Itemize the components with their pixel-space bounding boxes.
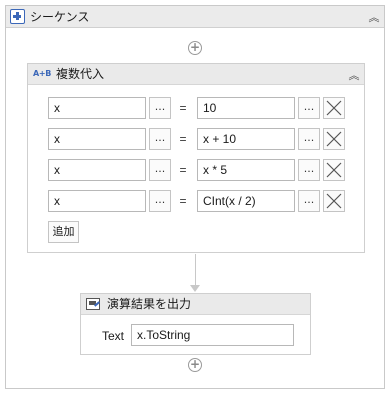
- write-line-activity[interactable]: 演算結果を出力 Text x.ToString: [80, 293, 311, 355]
- add-row-button[interactable]: 追加: [48, 221, 79, 243]
- equals-sign: =: [179, 163, 187, 177]
- assign-to-expression-button[interactable]: ...: [149, 159, 171, 181]
- assign-value-expression-button[interactable]: ...: [298, 190, 320, 212]
- delete-row-icon[interactable]: [323, 128, 345, 150]
- text-label: Text: [102, 329, 125, 343]
- assign-to-expression-button[interactable]: ...: [149, 190, 171, 212]
- equals-sign: =: [179, 132, 187, 146]
- add-activity-bottom-icon[interactable]: +: [188, 358, 202, 372]
- assign-icon: A+B: [33, 69, 52, 78]
- sequence-title: シーケンス: [30, 10, 90, 24]
- assign-to-expression-button[interactable]: ...: [149, 97, 171, 119]
- sequence-container[interactable]: シーケンス ︽ + A+B 複数代入 ︽ x ... = 10 ... x ..…: [5, 5, 385, 389]
- equals-sign: =: [179, 194, 187, 208]
- flow-connector: [195, 254, 196, 287]
- write-line-header[interactable]: 演算結果を出力: [81, 294, 310, 315]
- write-line-title: 演算結果を出力: [107, 297, 192, 311]
- sequence-collapse-icon[interactable]: ︽: [367, 10, 381, 24]
- multiple-assign-collapse-icon[interactable]: ︽: [347, 68, 361, 82]
- assign-value-expression-button[interactable]: ...: [298, 97, 320, 119]
- flow-arrow-icon: [190, 285, 200, 292]
- multiple-assign-header[interactable]: A+B 複数代入 ︽: [28, 64, 364, 85]
- delete-row-icon[interactable]: [323, 97, 345, 119]
- assign-to-field[interactable]: x: [48, 128, 146, 150]
- assign-value-expression-button[interactable]: ...: [298, 128, 320, 150]
- add-activity-top-icon[interactable]: +: [188, 41, 202, 55]
- write-line-icon: [86, 298, 100, 310]
- sequence-header[interactable]: シーケンス ︽: [6, 6, 384, 28]
- multiple-assign-activity[interactable]: A+B 複数代入 ︽ x ... = 10 ... x ... = x + 10…: [27, 63, 365, 253]
- delete-row-icon[interactable]: [323, 159, 345, 181]
- assign-to-expression-button[interactable]: ...: [149, 128, 171, 150]
- assign-value-field[interactable]: 10: [197, 97, 295, 119]
- multiple-assign-title: 複数代入: [56, 67, 105, 81]
- assign-value-field[interactable]: x * 5: [197, 159, 295, 181]
- assign-value-field[interactable]: CInt(x / 2): [197, 190, 295, 212]
- equals-sign: =: [179, 101, 187, 115]
- assign-value-field[interactable]: x + 10: [197, 128, 295, 150]
- assign-to-field[interactable]: x: [48, 190, 146, 212]
- assign-to-field[interactable]: x: [48, 159, 146, 181]
- assign-to-field[interactable]: x: [48, 97, 146, 119]
- text-input[interactable]: x.ToString: [131, 324, 294, 346]
- sequence-icon: [10, 9, 25, 24]
- assign-value-expression-button[interactable]: ...: [298, 159, 320, 181]
- delete-row-icon[interactable]: [323, 190, 345, 212]
